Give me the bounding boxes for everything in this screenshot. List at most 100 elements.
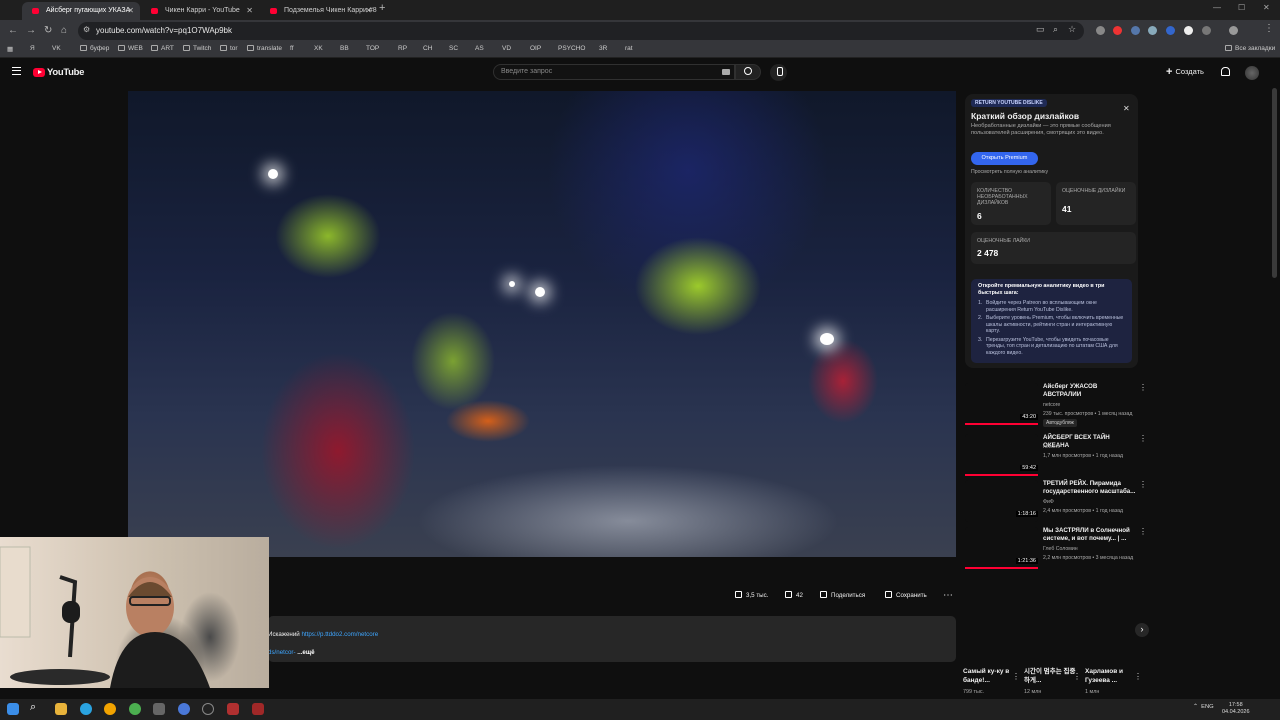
bookmark-bb[interactable]: BB xyxy=(340,45,349,52)
bookmark-web[interactable]: WEB xyxy=(118,45,143,52)
bookmark-xk[interactable]: XK xyxy=(314,45,323,52)
cast-icon[interactable]: ▭ xyxy=(1036,24,1045,35)
channel-name[interactable]: netcore xyxy=(1043,444,1060,450)
telegram-icon[interactable] xyxy=(80,703,92,715)
more-options-icon[interactable]: ⋮ xyxy=(1134,672,1142,681)
language-indicator[interactable]: ENG xyxy=(1201,704,1214,710)
extension-icon[interactable] xyxy=(1166,26,1175,35)
search-icon[interactable]: ⌕ xyxy=(30,701,42,713)
close-tab-icon[interactable]: ✕ xyxy=(365,2,372,20)
keyboard-icon[interactable] xyxy=(722,69,730,75)
description-link[interactable]: ds/netcor- xyxy=(268,649,296,656)
description-link[interactable]: https://p.ttddo2.com/netcore xyxy=(301,631,378,638)
clock[interactable]: 17:58 04.04.2026 xyxy=(1222,702,1250,716)
show-more-link[interactable]: ...ещё xyxy=(297,649,314,656)
avatar[interactable] xyxy=(1245,66,1259,80)
bookmark-twitch[interactable]: Twitch xyxy=(183,45,211,52)
close-window-icon[interactable]: ✕ xyxy=(1263,3,1270,12)
bookmark-rp[interactable]: RP xyxy=(398,45,407,52)
extension-icon[interactable] xyxy=(1184,26,1193,35)
bookmark-ff[interactable]: ff xyxy=(290,45,294,52)
apps-grid-icon[interactable]: ▦ xyxy=(7,45,13,53)
bookmark-rat[interactable]: rat xyxy=(625,45,633,52)
more-options-icon[interactable]: ⋮ xyxy=(1012,672,1020,681)
video-title[interactable]: ТРЕТИЙ РЕЙХ. Пирамида государственного м… xyxy=(1043,480,1137,496)
bookmark-vk[interactable]: VK xyxy=(52,45,61,52)
more-options-icon[interactable]: ⋮ xyxy=(1139,434,1147,443)
app-icon[interactable] xyxy=(104,703,116,715)
menu-hamburger-icon[interactable] xyxy=(12,67,21,75)
extension-icon[interactable] xyxy=(1113,26,1122,35)
app-icon[interactable] xyxy=(227,703,239,715)
start-windows-icon[interactable] xyxy=(7,703,19,715)
bookmark-as[interactable]: AS xyxy=(475,45,484,52)
bookmark-star-icon[interactable]: ☆ xyxy=(1068,24,1076,35)
app-icon[interactable] xyxy=(252,703,264,715)
youtube-logo-icon[interactable] xyxy=(33,68,45,77)
close-icon[interactable]: ✕ xyxy=(1123,104,1130,113)
short-title[interactable]: 시간이 멈추는 집중하게... xyxy=(1024,668,1076,685)
notifications-bell-icon[interactable] xyxy=(1221,67,1230,76)
video-title[interactable]: Айсберг УЖАСОВ АВСТРАЛИИ xyxy=(1043,383,1137,399)
app-icon[interactable] xyxy=(178,703,190,715)
menu-kebab-icon[interactable]: ⋮ xyxy=(1264,23,1274,34)
bookmark-buffer[interactable]: буфер xyxy=(80,45,109,52)
video-title[interactable]: Мы ЗАСТРЯЛИ в Солнечной системе, и вот п… xyxy=(1043,527,1137,543)
bookmark-3r[interactable]: 3R xyxy=(599,45,607,52)
extension-icon[interactable] xyxy=(1096,26,1105,35)
like-button[interactable]: 3,5 тыс. xyxy=(735,588,768,603)
more-actions-icon[interactable]: ⋯ xyxy=(943,588,953,603)
reload-icon[interactable]: ↻ xyxy=(44,25,52,36)
zoom-icon[interactable]: ⌕ xyxy=(1053,24,1058,35)
bookmark-vd[interactable]: VD xyxy=(502,45,511,52)
bookmark-translate[interactable]: translate xyxy=(247,45,282,52)
close-tab-icon[interactable]: ✕ xyxy=(246,2,253,20)
create-button[interactable]: + Создать xyxy=(1166,66,1204,78)
url-text[interactable]: youtube.com/watch?v=pq1O7WAp9bk xyxy=(96,26,232,35)
channel-name[interactable]: ФиФ xyxy=(1043,499,1054,505)
close-tab-icon[interactable]: ✕ xyxy=(127,2,134,20)
save-button[interactable]: Сохранить xyxy=(885,588,927,603)
tab-dungeons[interactable]: Подземелья Чикен Карри #8 ✕ xyxy=(260,2,378,20)
home-icon[interactable]: ⌂ xyxy=(61,25,67,36)
back-icon[interactable]: ← xyxy=(8,25,18,36)
video-player[interactable] xyxy=(128,91,956,557)
short-title[interactable]: Самый ку-ку в банде!... xyxy=(963,668,1015,685)
settings-icon[interactable] xyxy=(153,703,165,715)
system-tray[interactable]: ⌃ ENG xyxy=(1193,704,1214,710)
youtube-logo-text[interactable]: YouTube xyxy=(47,67,84,78)
extensions-puzzle-icon[interactable] xyxy=(1202,26,1211,35)
minimize-icon[interactable]: — xyxy=(1213,3,1221,12)
maximize-icon[interactable]: ☐ xyxy=(1238,3,1245,12)
bookmark-psycho[interactable]: PSYCHO xyxy=(558,45,585,52)
page-scrollbar[interactable] xyxy=(1272,88,1277,278)
bookmark-art[interactable]: ART xyxy=(151,45,174,52)
recommendation-item[interactable]: 59:42 АЙСБЕРГ ВСЕХ ТАЙН ОКЕАНА netcore 1… xyxy=(965,434,1147,480)
share-button[interactable]: Поделиться xyxy=(820,588,865,603)
bookmark-ch[interactable]: CH xyxy=(423,45,432,52)
recommendation-item[interactable]: 1:18:16 ТРЕТИЙ РЕЙХ. Пирамида государств… xyxy=(965,480,1147,526)
tab-chicken-curry[interactable]: Чикен Карри - YouTube ✕ xyxy=(141,2,259,20)
channel-name[interactable]: Глеб Соломин xyxy=(1043,546,1078,552)
search-input[interactable]: Введите запрос xyxy=(493,64,735,80)
bookmark-tor[interactable]: tor xyxy=(220,45,238,52)
extension-icon[interactable] xyxy=(1148,26,1157,35)
chevron-right-icon[interactable]: › xyxy=(1135,623,1149,637)
new-tab-icon[interactable]: + xyxy=(379,2,385,14)
forward-icon[interactable]: → xyxy=(26,25,36,36)
dislike-button[interactable]: 42 xyxy=(785,588,803,603)
bookmark-top[interactable]: TOP xyxy=(366,45,379,52)
voice-search-icon[interactable] xyxy=(770,64,787,81)
tab-iceberg[interactable]: Айсберг пугающих УКАЗА ✕ xyxy=(22,2,140,20)
chrome-icon[interactable] xyxy=(129,703,141,715)
all-bookmarks[interactable]: Все закладки xyxy=(1225,45,1275,52)
obs-icon[interactable] xyxy=(202,703,214,715)
extension-icon[interactable] xyxy=(1131,26,1140,35)
channel-name[interactable]: netcore xyxy=(1043,402,1060,408)
more-options-icon[interactable]: ⋮ xyxy=(1139,383,1147,392)
full-analytics-link[interactable]: Просмотреть полную аналитику xyxy=(971,169,1048,175)
omnibox[interactable]: ⚙ youtube.com/watch?v=pq1O7WAp9bk ▭ ⌕ ☆ xyxy=(78,22,1084,40)
site-info-icon[interactable]: ⚙ xyxy=(83,25,90,34)
recommendation-item[interactable]: 43:20 Айсберг УЖАСОВ АВСТРАЛИИ netcore 2… xyxy=(965,383,1147,429)
search-button[interactable] xyxy=(735,64,761,80)
